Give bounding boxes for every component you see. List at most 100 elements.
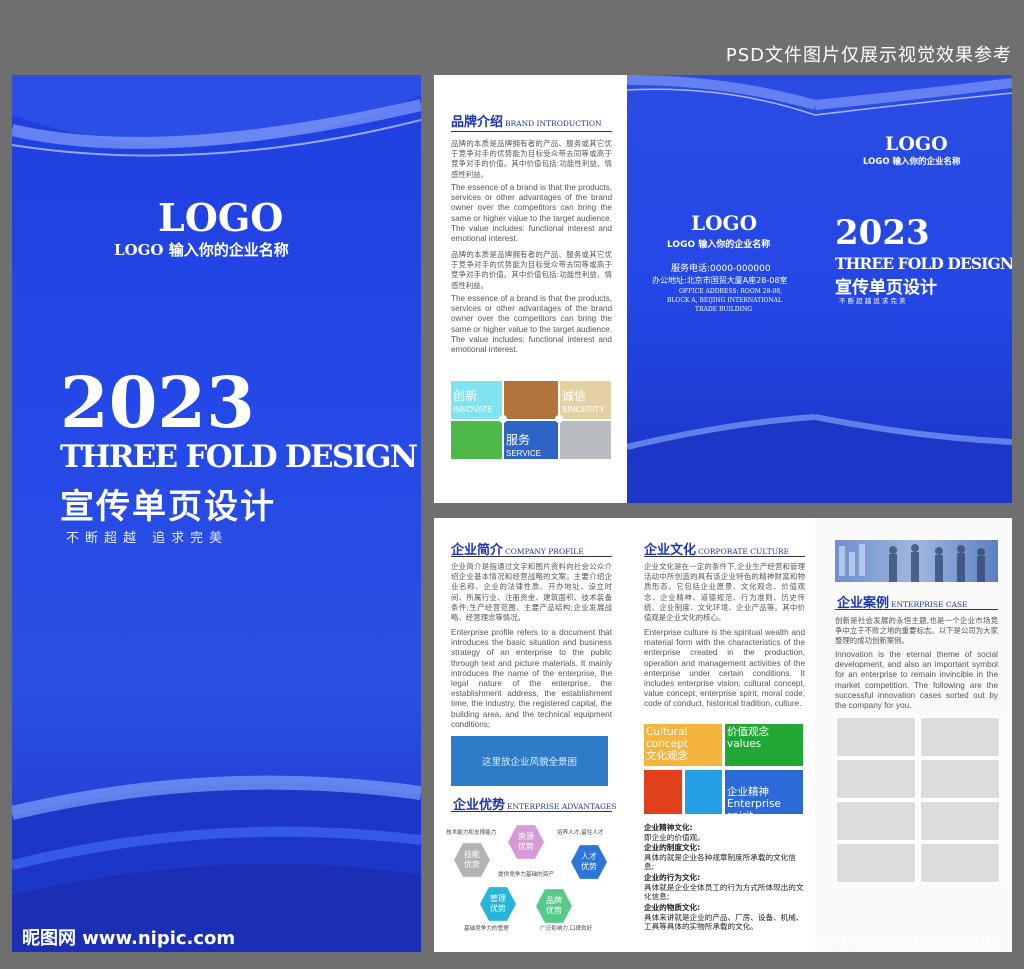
hex-management-advantage: 管理 优势 (480, 887, 516, 921)
culture-list-item-head: 企业的制度文化: (644, 843, 701, 852)
small-cover-year: 2023 (835, 213, 930, 253)
contact-logo: LOGO (691, 211, 757, 235)
advantage-note-management: 基础竞争力的管理 (464, 926, 509, 932)
culture-list-item: 企业的制度文化: 具体的就是企业各种规章制度所承载的文化信息; (644, 843, 804, 872)
cover-logo: LOGO (158, 195, 284, 240)
small-cover-design-title: THREE FOLD DESIGN (835, 254, 1012, 273)
small-cover-panel: LOGO LOGO 输入你的企业名称 2023 THREE FOLD DESIG… (815, 75, 1012, 503)
cover-design-title: THREE FOLD DESIGN (60, 439, 418, 475)
cover-company-name: LOGO 输入你的企业名称 (114, 241, 289, 259)
contact-address-en-3: TRADE BUILDING (695, 306, 752, 313)
culture-tile-values-label: 价值观念 values (727, 726, 769, 750)
brand-tile-service-cn: 服务 (506, 433, 531, 447)
small-cover-slogan: 不 断 超 越 追 求 完 美 (839, 297, 906, 305)
hex-talent-advantage: 人才 优势 (571, 845, 607, 879)
advantage-note-resource: 提供竞争力基础的资产 (498, 872, 554, 878)
contact-company-name: LOGO 输入你的企业名称 (667, 240, 771, 250)
brand-tile-sincerity: 诚信 SINCERITY (560, 381, 611, 419)
brand-tile-sincerity-en: SINCERITY (562, 405, 605, 414)
hex-management-advantage-label: 管理 优势 (490, 894, 506, 913)
case-image-placeholder (919, 758, 1001, 800)
tile-dot (499, 415, 507, 423)
preview-notice: PSD文件图片仅展示视觉效果参考 (725, 45, 1012, 66)
small-cover-logo: LOGO (885, 133, 948, 155)
culture-tile-cultural-concept-label: Cultural concept 文化观念 (646, 726, 688, 762)
brand-tile-innovate-en: INNOVATE (453, 405, 493, 414)
cases-panel: 企业案例 ENTERPRISE CASE 创新是社会发展的永恒主题,也是一个企业市… (815, 518, 1012, 952)
tile-dot (555, 415, 563, 423)
culture-list-item-head: 企业精神文化: (644, 823, 693, 832)
culture-list-item-body: 具体就是企业全体员工的行为方式所体现出的文化信息; (644, 882, 804, 902)
culture-tile-cyan (685, 770, 722, 814)
brand-paragraph-2-cn: 品牌的本质是品牌拥有者的产品、服务或其它优于竞争对手的优势能为目标受众带去同等或… (451, 250, 612, 290)
cover-slogan: 不断超越 追求完美 (66, 531, 229, 546)
culture-list-item-head: 企业的物质文化: (644, 903, 701, 912)
culture-paragraph-cn: 企业文化是在一定的条件下,企业生产经营和管理活动中所创造的具有该企业特色的精神财… (644, 562, 805, 623)
culture-tile-red (644, 770, 682, 814)
profile-title-divider (451, 556, 612, 557)
culture-tile-enterprise-spirit-label: 企业精神 Enterprise spirit (727, 786, 782, 822)
culture-tile-enterprise-spirit: 企业精神 Enterprise spirit (725, 770, 803, 822)
case-image-placeholder (919, 716, 1001, 758)
case-image-placeholder (919, 800, 1001, 842)
advantage-note-skill: 技术能力和支撑能力 (446, 830, 497, 836)
cases-paragraph-en: Innovation is the eternal theme of socia… (835, 650, 998, 711)
profile-paragraph-en: Enterprise profile refers to a document … (451, 628, 612, 729)
case-image-placeholder (919, 842, 1001, 884)
brand-tile-innovate-cn: 创新 (453, 389, 478, 403)
profile-image-placeholder: 这里放企业风貌全景图 (451, 736, 608, 786)
brand-paragraph-1-cn: 品牌的本质是品牌拥有者的产品、服务或其它优于竞争对手的优势能为目标受众带去同等或… (451, 139, 612, 179)
advantages-title-divider (451, 811, 612, 812)
cases-title-en: ENTERPRISE CASE (891, 600, 968, 609)
contact-phone: 服务电话:0000-000000 (671, 264, 771, 274)
brand-tile-innovate: 创新 INNOVATE (451, 381, 502, 419)
brand-title-cn: 品牌介绍 (451, 115, 504, 130)
cases-header-photo (835, 540, 998, 582)
brand-paragraph-2-en: The essence of a brand is that the produ… (451, 294, 612, 355)
culture-tile-values: 价值观念 values (725, 724, 803, 766)
hex-talent-advantage-label: 人才 优势 (581, 852, 597, 871)
culture-title-divider (644, 556, 805, 557)
advantage-note-talent: 培养人才,留住人才 (557, 830, 604, 836)
cases-paragraph-cn: 创新是社会发展的永恒主题,也是一个企业市场竞争中立于不败之地的重要标志。以下是公… (835, 616, 998, 646)
culture-list-item-body: 即企业的价值观。 (644, 832, 705, 842)
culture-tile-cultural-concept: Cultural concept 文化观念 (644, 724, 722, 766)
contact-address-en-2: BLOCK A, BEIJING INTERNATIONAL (667, 297, 782, 304)
people-silhouette-icon (839, 544, 985, 582)
culture-title-en: CORPORATE CULTURE (698, 547, 790, 556)
image-id-watermark: ID:6237737 NO:20230914194924432120 (796, 937, 998, 949)
cover-year: 2023 (60, 361, 255, 444)
cases-title-divider (835, 609, 998, 610)
culture-panel: 企业文化 CORPORATE CULTURE 企业文化是在一定的条件下,企业生产经… (627, 518, 815, 952)
case-image-placeholder (835, 716, 917, 758)
case-image-placeholder (835, 842, 917, 884)
profile-image-placeholder-label: 这里放企业风貌全景图 (481, 757, 577, 768)
culture-paragraph-en: Enterprise culture is the spiritual weal… (644, 628, 805, 709)
advantages-title-en: ENTERPRISE ADVANTAGES (507, 802, 617, 811)
culture-list-item-body: 具体的就是企业各种规章制度所承载的文化信息; (644, 852, 796, 872)
cover-panel: LOGO LOGO 输入你的企业名称 2023 THREE FOLD DESIG… (12, 75, 421, 952)
brand-tile-brown (504, 381, 558, 419)
brand-tile-service: 服务 SERVICE (504, 421, 558, 459)
culture-list-item: 企业的物质文化: 具体来讲就是企业的产品、厂房、设备、机械、工具等具体的实物所承载… (644, 903, 804, 932)
brand-title-divider (451, 131, 612, 132)
brand-paragraph-1-en: The essence of a brand is that the produ… (451, 183, 612, 244)
culture-list-item-body: 具体来讲就是企业的产品、厂房、设备、机械、工具等具体的实物所承载的文化。 (644, 912, 804, 932)
brand-tile-green (451, 421, 502, 459)
contact-address-en-1: OFFICE ADDRESS: ROOM 28-08, (679, 288, 782, 295)
brand-tile-sincerity-cn: 诚信 (562, 389, 587, 403)
case-image-placeholder (835, 800, 917, 842)
brand-title-en: BRAND INTRODUCTION (505, 119, 602, 128)
culture-list-item-head: 企业的行为文化: (644, 873, 701, 882)
hex-skill-advantage-label: 技能 优势 (464, 850, 480, 869)
brand-tile-gray (560, 421, 611, 459)
culture-list-item: 企业的行为文化: 具体就是企业全体员工的行为方式所体现出的文化信息; (644, 873, 804, 902)
profile-paragraph-cn: 企业简介是指通过文字和图片资料向社会公众介绍企业基本情况和经营战略的文案。主要介… (451, 562, 612, 623)
contact-panel: LOGO LOGO 输入你的企业名称 服务电话:0000-000000 办公地址… (627, 75, 815, 503)
culture-list-item: 企业精神文化: 即企业的价值观。 (644, 823, 804, 842)
hex-skill-advantage: 技能 优势 (454, 843, 490, 877)
contact-address-cn: 办公地址:北京市国贸大厦A座28-08室 (652, 276, 788, 285)
hex-resource-advantage-label: 资源 优势 (518, 832, 534, 851)
profile-title-en: COMPANY PROFILE (505, 547, 584, 556)
brand-tile-service-en: SERVICE (506, 449, 541, 458)
